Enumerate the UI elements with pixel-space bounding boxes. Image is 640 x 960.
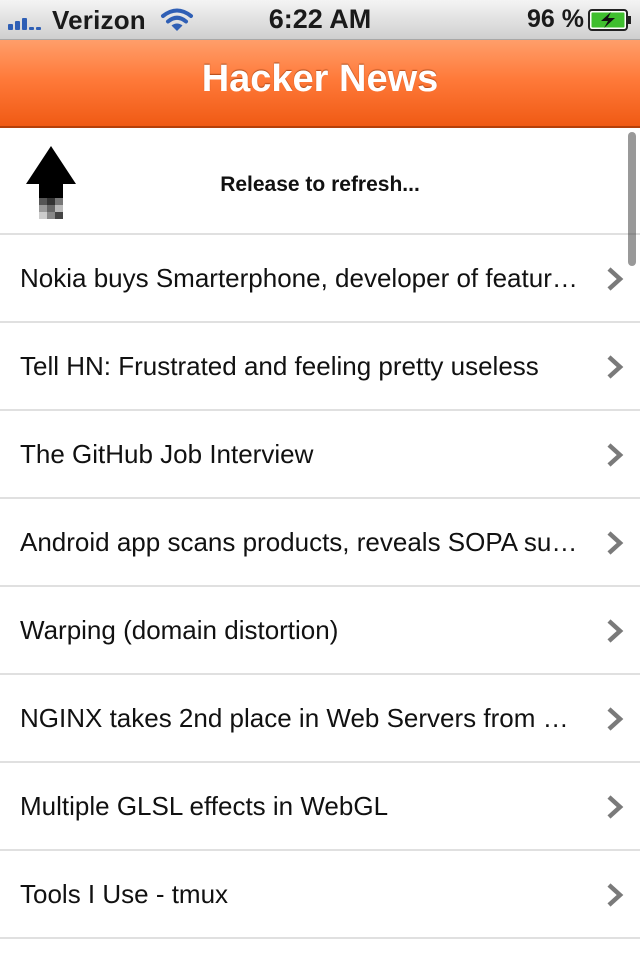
chevron-right-icon [607, 883, 624, 907]
chevron-right-icon [607, 443, 624, 467]
story-title: The GitHub Job Interview [20, 439, 314, 469]
chevron-right-icon [607, 707, 624, 731]
chevron-right-icon [607, 267, 624, 291]
story-list: Nokia buys Smarterphone, developer of fe… [0, 235, 640, 939]
chevron-right-icon [607, 355, 624, 379]
list-item[interactable]: Tell HN: Frustrated and feeling pretty u… [0, 323, 640, 411]
refresh-label: Release to refresh... [220, 173, 420, 196]
chevron-right-icon [607, 531, 624, 555]
chevron-right-icon [607, 795, 624, 819]
story-title: Android app scans products, reveals SOPA… [20, 527, 582, 557]
navigation-bar: Hacker News [0, 40, 640, 128]
story-title: Tools I Use - tmux [20, 879, 229, 909]
scroll-indicator[interactable] [628, 132, 636, 266]
story-title: Nokia buys Smarterphone, developer of fe… [20, 263, 582, 293]
story-title: NGINX takes 2nd place in Web Servers fro… [20, 703, 582, 733]
list-item[interactable]: Multiple GLSL effects in WebGL [0, 763, 640, 851]
list-item[interactable]: Android app scans products, reveals SOPA… [0, 499, 640, 587]
list-item[interactable]: NGINX takes 2nd place in Web Servers fro… [0, 675, 640, 763]
pull-to-refresh[interactable]: Release to refresh... [0, 128, 640, 235]
list-item[interactable]: The GitHub Job Interview [0, 411, 640, 499]
list-item[interactable]: Nokia buys Smarterphone, developer of fe… [0, 235, 640, 323]
story-title: Multiple GLSL effects in WebGL [20, 791, 389, 821]
battery-charging-icon [588, 9, 631, 31]
chevron-right-icon [607, 619, 624, 643]
nav-title: Hacker News [201, 58, 439, 100]
list-item[interactable]: Warping (domain distortion) [0, 587, 640, 675]
list-item[interactable]: Tools I Use - tmux [0, 851, 640, 939]
status-bar: Verizon 6:22 AM 96 % [0, 0, 640, 40]
story-title: Warping (domain distortion) [20, 615, 339, 645]
story-title: Tell HN: Frustrated and feeling pretty u… [20, 351, 539, 381]
battery-percentage: 96 % [527, 5, 584, 33]
